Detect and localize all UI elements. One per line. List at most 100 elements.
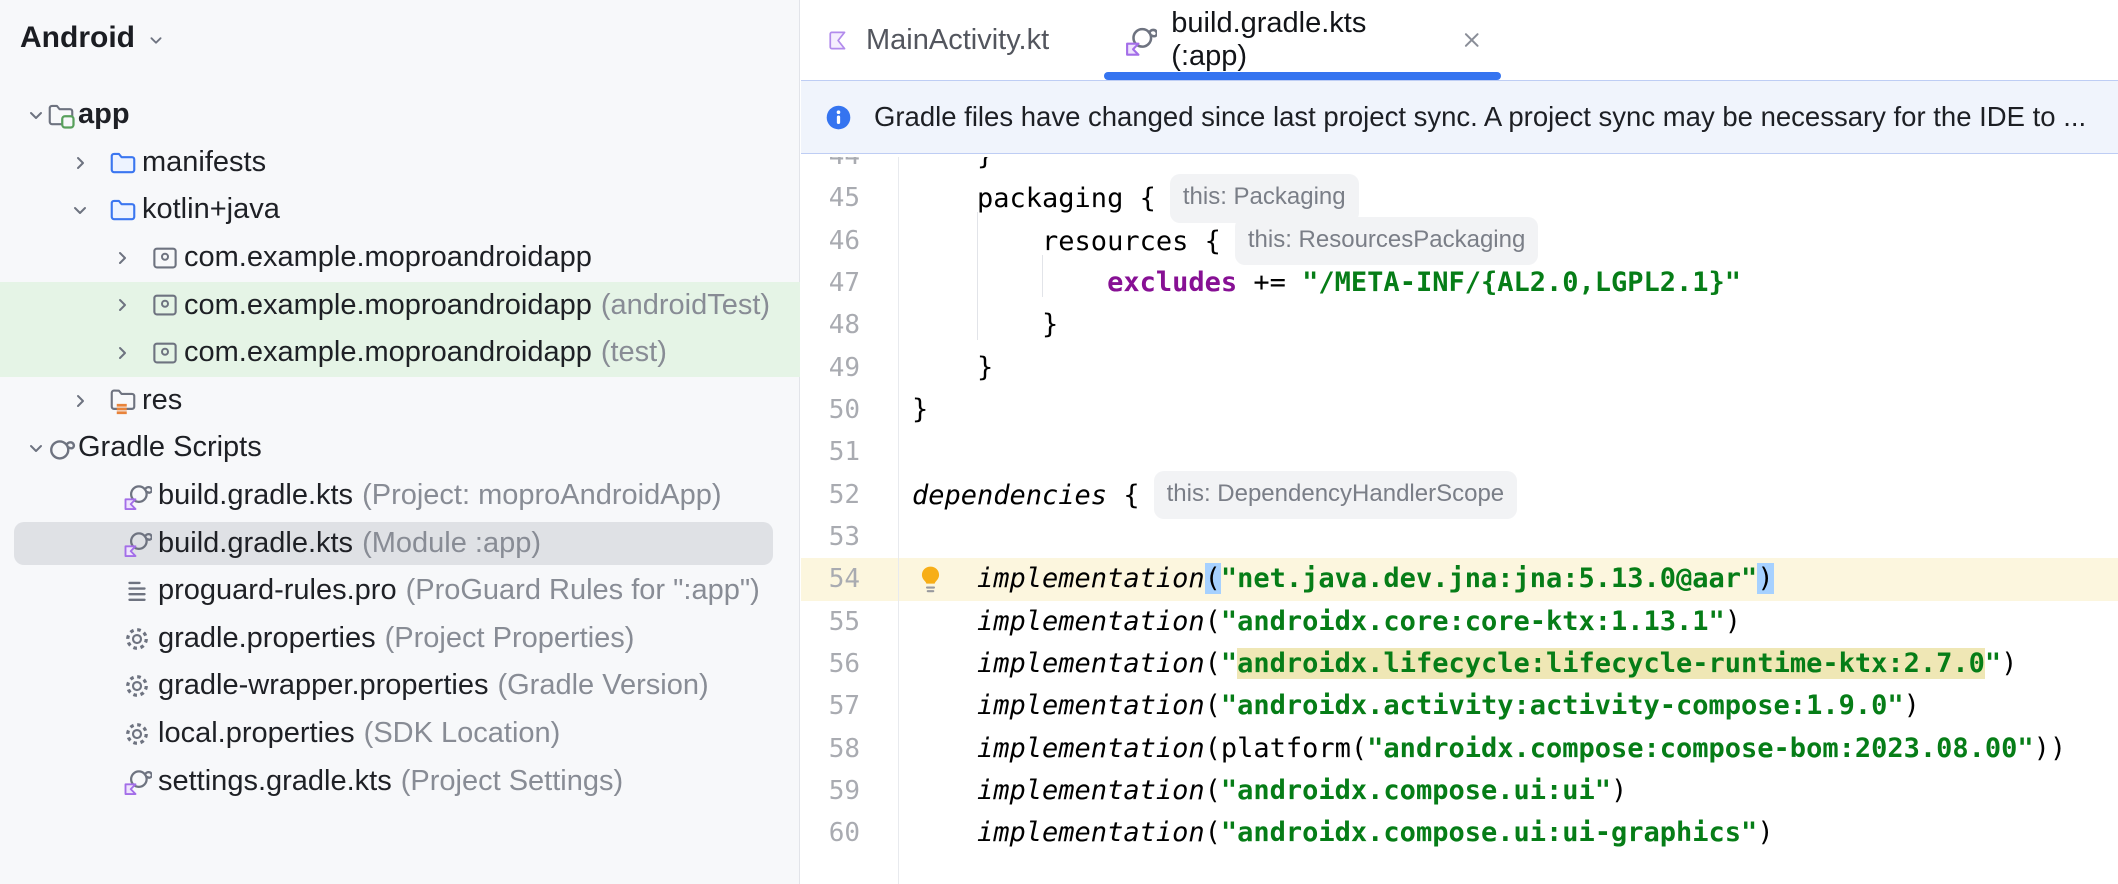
line-number[interactable]: 47 <box>801 262 860 304</box>
code-line-52[interactable]: 52 dependencies {this: DependencyHandlerS… <box>801 470 2118 519</box>
gradle-kotlin-icon <box>122 481 152 511</box>
inlay-hint: this: Packaging <box>1169 174 1359 223</box>
code-text: } <box>912 351 994 383</box>
code-line-44[interactable]: 44 } <box>801 157 2118 177</box>
tree-item-qualifier: (Project: moproAndroidApp) <box>362 479 722 511</box>
tree-item-label: local.properties (SDK Location) <box>158 717 561 749</box>
tree-item-res[interactable]: res <box>0 377 800 425</box>
editor-tab-bar: MainActivity.kt build.gradle.kts (:app) <box>801 0 2118 80</box>
code-editor[interactable]: 44 }45 packaging {this: Packaging46 reso… <box>801 157 2118 884</box>
line-number[interactable]: 59 <box>801 770 860 812</box>
chevron-right-icon[interactable] <box>68 151 92 175</box>
code-line-57[interactable]: 57 implementation("androidx.activity:act… <box>801 685 2118 727</box>
code-line-51[interactable]: 51 <box>801 431 2118 473</box>
code-line-48[interactable]: 48 } <box>801 304 2118 346</box>
tree-item-qualifier: (Gradle Version) <box>497 669 709 702</box>
editor-area: MainActivity.kt build.gradle.kts (:app) … <box>801 0 2118 884</box>
tree-item-build-gradle-kts--module-app-[interactable]: build.gradle.kts (Module :app) <box>0 520 800 568</box>
close-icon[interactable] <box>1459 27 1484 53</box>
chevron-right-icon[interactable] <box>110 293 134 317</box>
code-line-56[interactable]: 56 implementation("androidx.lifecycle:li… <box>801 643 2118 685</box>
project-tool-window: Android app manifests kotlin+java com.examp… <box>0 0 800 884</box>
code-line-49[interactable]: 49 } <box>801 347 2118 389</box>
gear-icon <box>122 719 152 749</box>
chevron-right-icon[interactable] <box>68 389 92 413</box>
line-number[interactable]: 51 <box>801 431 860 473</box>
inlay-hint: this: ResourcesPackaging <box>1234 216 1539 266</box>
banner-message: Gradle files have changed since last pro… <box>874 101 2087 132</box>
code-line-58[interactable]: 58 implementation(platform("androidx.com… <box>801 728 2118 770</box>
info-icon <box>825 104 852 131</box>
tree-item-app[interactable]: app <box>0 91 800 139</box>
tree-item-label: res <box>142 383 183 416</box>
tab-label: MainActivity.kt <box>866 23 1050 56</box>
code-line-46[interactable]: 46 resources {this: ResourcesPackaging <box>801 216 2118 266</box>
code-line-55[interactable]: 55 implementation("androidx.core:core-kt… <box>801 601 2118 643</box>
line-number[interactable]: 60 <box>801 812 860 854</box>
tree-item-gradle-properties--project-properties-[interactable]: gradle.properties (Project Properties) <box>0 615 800 663</box>
line-number[interactable]: 49 <box>801 347 860 389</box>
chevron-right-icon[interactable] <box>110 246 134 270</box>
tree-item-proguard-rules-pro--proguard-rules-for-app-[interactable]: proguard-rules.pro (ProGuard Rules for ":… <box>0 567 800 615</box>
indent-guide <box>1042 255 1043 297</box>
code-text: implementation("androidx.activity:activi… <box>912 690 1920 722</box>
tree-item-label: Gradle Scripts <box>78 431 262 464</box>
chevron-right-icon[interactable] <box>110 341 134 365</box>
list-icon <box>122 576 152 606</box>
module-folder-icon <box>46 100 76 130</box>
line-number[interactable]: 54 <box>801 558 860 600</box>
gradle-kotlin-icon <box>122 766 152 796</box>
tab-build-gradle-kts-app[interactable]: build.gradle.kts (:app) <box>1099 0 1506 80</box>
tree-item-settings-gradle-kts--project-settings-[interactable]: settings.gradle.kts (Project Settings) <box>0 758 800 806</box>
gradle-kotlin-icon <box>122 528 152 558</box>
tree-item-label: settings.gradle.kts (Project Settings) <box>158 764 624 797</box>
line-number[interactable]: 50 <box>801 389 860 431</box>
code-line-60[interactable]: 60 implementation("androidx.compose.ui:u… <box>801 812 2118 854</box>
code-text: excludes += "/META-INF/{AL2.0,LGPL2.1}" <box>1107 267 1742 298</box>
line-number[interactable]: 53 <box>801 516 860 558</box>
tree-item-qualifier: (SDK Location) <box>363 717 561 749</box>
tree-item-gradle-scripts[interactable]: Gradle Scripts <box>0 424 800 472</box>
code-text: implementation("androidx.lifecycle:lifec… <box>912 648 2018 679</box>
code-line-45[interactable]: 45 packaging {this: Packaging <box>801 174 2118 223</box>
tree-item-com-example-moproandroidapp[interactable]: com.example.moproandroidapp <box>0 234 800 282</box>
line-number[interactable]: 46 <box>801 220 860 262</box>
code-line-59[interactable]: 59 implementation("androidx.compose.ui:u… <box>801 770 2118 812</box>
tree-item-qualifier: (Project Settings) <box>400 764 624 797</box>
tree-item-label: build.gradle.kts (Module :app) <box>158 526 541 559</box>
tree-item-manifests[interactable]: manifests <box>0 139 800 187</box>
tree-item-label: com.example.moproandroidapp <box>184 241 592 273</box>
line-number[interactable]: 55 <box>801 601 860 643</box>
code-text: dependencies {this: DependencyHandlerSco… <box>912 470 1518 522</box>
code-line-47[interactable]: 47 excludes += "/META-INF/{AL2.0,LGPL2.1… <box>801 262 2118 304</box>
line-number[interactable]: 48 <box>801 304 860 346</box>
line-number[interactable]: 58 <box>801 728 860 770</box>
project-view-mode-selector[interactable]: Android <box>20 20 167 56</box>
chevron-down-icon[interactable] <box>24 103 48 127</box>
tree-item-gradle-wrapper-properties--gradle-version-[interactable]: gradle-wrapper.properties (Gradle Version… <box>0 662 800 710</box>
line-number[interactable]: 52 <box>801 474 860 516</box>
code-line-54[interactable]: 54 implementation("net.java.dev.jna:jna:… <box>801 558 2118 601</box>
tree-item-label: com.example.moproandroidapp (androidTest) <box>184 288 771 321</box>
tree-item-com-example-moproandroidapp--test-[interactable]: com.example.moproandroidapp (test) <box>0 329 800 377</box>
tree-item-label: kotlin+java <box>142 193 280 226</box>
code-line-50[interactable]: 50} <box>801 389 2118 431</box>
chevron-down-icon[interactable] <box>68 198 92 222</box>
line-number[interactable]: 44 <box>801 157 860 177</box>
code-line-53[interactable]: 53 <box>801 516 2118 558</box>
tree-item-label: app <box>78 98 130 131</box>
tree-item-build-gradle-kts--project-moproandroidapp-[interactable]: build.gradle.kts (Project: moproAndroidAp… <box>0 472 800 520</box>
chevron-down-icon[interactable] <box>24 436 48 460</box>
package-icon <box>150 243 180 273</box>
tree-item-local-properties--sdk-location-[interactable]: local.properties (SDK Location) <box>0 710 800 758</box>
code-text: implementation(platform("androidx.compos… <box>912 732 2067 764</box>
tree-item-com-example-moproandroidapp--androidtest-[interactable]: com.example.moproandroidapp (androidTest) <box>0 281 800 330</box>
tab-mainactivity-kt[interactable]: MainActivity.kt <box>814 0 1062 80</box>
tree-item-qualifier: (androidTest) <box>600 288 771 321</box>
line-number[interactable]: 56 <box>801 643 860 685</box>
tree-item-kotlin-java[interactable]: kotlin+java <box>0 186 800 234</box>
package-icon <box>150 290 180 320</box>
line-number[interactable]: 45 <box>801 177 860 219</box>
kotlin-file-icon <box>827 29 850 52</box>
line-number[interactable]: 57 <box>801 685 860 727</box>
